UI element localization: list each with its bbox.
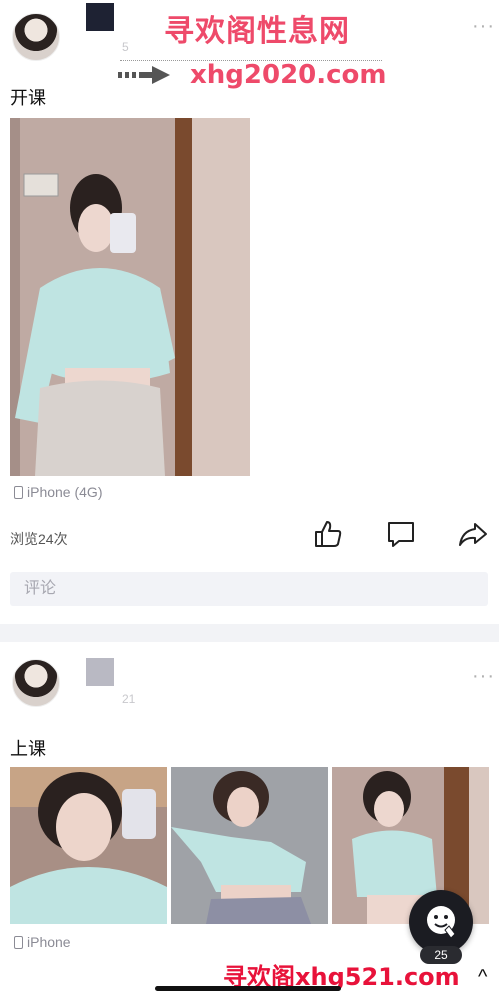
device-text: iPhone (4G)	[27, 484, 103, 500]
chevron-up-icon[interactable]: ^	[478, 966, 487, 989]
post-time: 21	[122, 692, 136, 706]
post-text: 上课	[10, 739, 46, 759]
comment-bubble-icon[interactable]	[385, 518, 417, 550]
post-time: 5	[122, 40, 129, 54]
smiley-hand-icon	[427, 906, 456, 939]
more-dots-icon[interactable]: ···	[472, 16, 495, 36]
avatar[interactable]	[12, 659, 60, 707]
share-arrow-icon[interactable]	[457, 518, 489, 550]
post-photo[interactable]	[10, 118, 250, 476]
home-indicator[interactable]	[155, 986, 341, 991]
device-label: iPhone (4G)	[14, 484, 102, 500]
more-dots-icon[interactable]: ···	[472, 666, 495, 686]
floating-action-button[interactable]	[409, 890, 473, 954]
post-text: 开课	[10, 88, 46, 108]
post-divider	[0, 624, 499, 642]
device-label: iPhone	[14, 934, 71, 950]
phone-icon	[14, 935, 23, 949]
phone-icon	[14, 485, 23, 499]
comment-input[interactable]: 评论	[10, 572, 488, 606]
post-photo[interactable]	[171, 767, 328, 924]
post-photo[interactable]	[10, 767, 167, 924]
username-redacted[interactable]	[86, 658, 114, 686]
avatar[interactable]	[12, 13, 60, 61]
view-count: 浏览24次	[10, 531, 68, 547]
post-1: 5 ··· 开课 iPhone (4G) 浏览24次 评论	[0, 0, 499, 620]
thumbs-up-icon[interactable]	[312, 518, 344, 550]
device-text: iPhone	[27, 934, 71, 950]
username-redacted[interactable]	[86, 3, 114, 31]
